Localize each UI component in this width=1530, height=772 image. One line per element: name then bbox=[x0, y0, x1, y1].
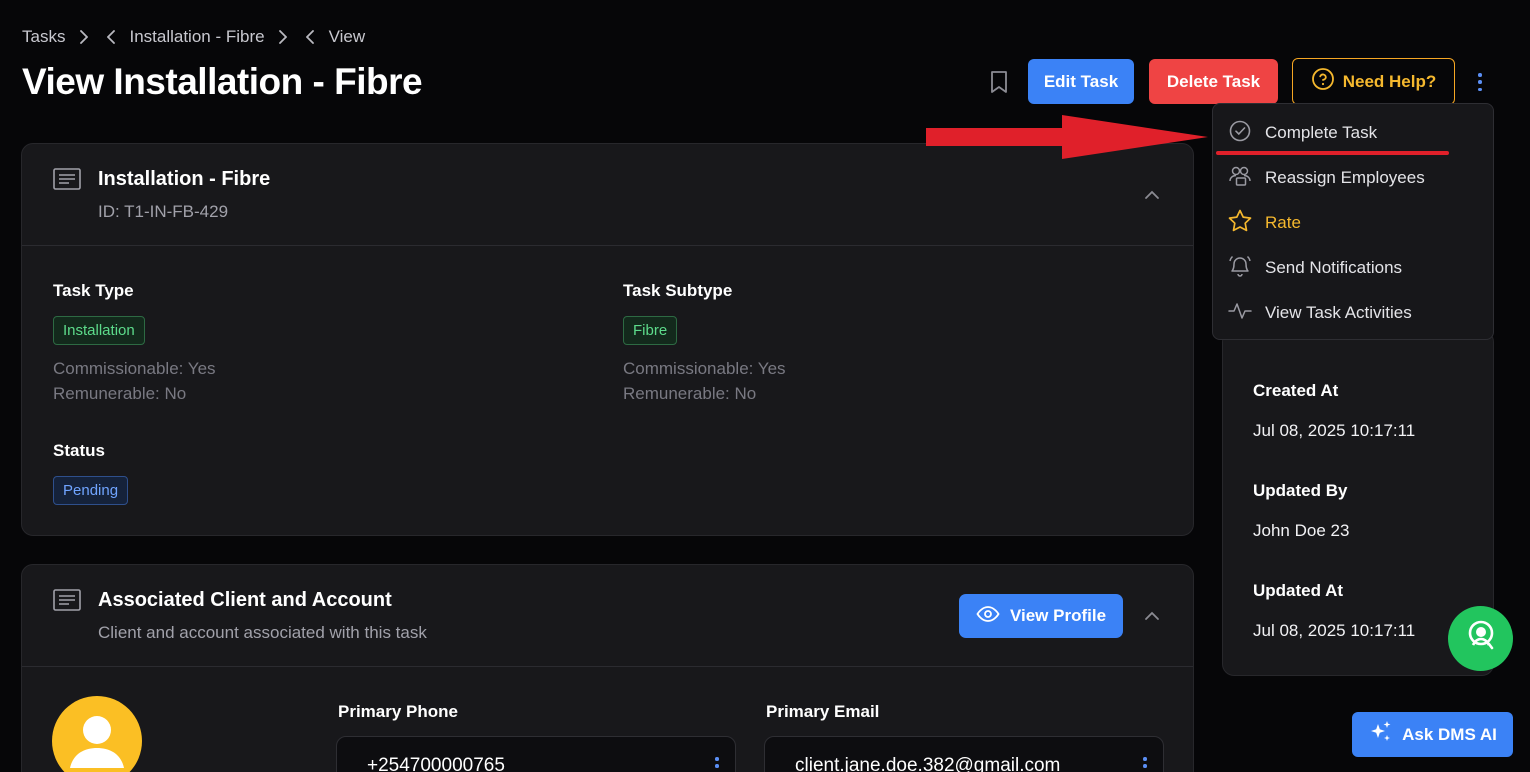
primary-email-label: Primary Email bbox=[766, 702, 880, 721]
breadcrumb-installation-fibre[interactable]: Installation - Fibre bbox=[129, 26, 264, 48]
task-subtype-commissionable: Commissionable: Yes bbox=[623, 359, 786, 378]
ask-dms-ai-button[interactable]: Ask DMS AI bbox=[1352, 712, 1513, 757]
task-type-commissionable: Commissionable: Yes bbox=[53, 359, 216, 378]
task-title: Installation - Fibre bbox=[98, 168, 271, 190]
primary-phone-value: +254700000765 bbox=[367, 755, 505, 772]
more-options-icon[interactable] bbox=[1143, 757, 1147, 772]
task-id: ID: T1-IN-FB-429 bbox=[98, 202, 229, 221]
task-actions-menu: Complete Task Reassign Employees Rate Se… bbox=[1212, 103, 1494, 340]
primary-email-value: client.jane.doe.382@gmail.com bbox=[795, 755, 1061, 772]
menu-item-send-notifications[interactable]: Send Notifications bbox=[1227, 255, 1402, 281]
annotation-arrow bbox=[924, 113, 1210, 161]
support-agent-icon bbox=[1463, 618, 1499, 659]
annotation-underline bbox=[1216, 151, 1449, 155]
task-subtype-label: Task Subtype bbox=[623, 281, 733, 300]
task-subtype-badge: Fibre bbox=[623, 316, 678, 345]
users-icon bbox=[1227, 163, 1253, 194]
updated-at-value: Jul 08, 2025 10:17:11 bbox=[1253, 621, 1416, 640]
more-options-icon[interactable] bbox=[715, 757, 719, 772]
updated-by-value: John Doe 23 bbox=[1253, 521, 1350, 540]
chevron-right-icon bbox=[273, 30, 293, 44]
primary-phone-field[interactable]: +254700000765 bbox=[336, 736, 736, 772]
created-at-value: Jul 08, 2025 10:17:11 bbox=[1253, 421, 1416, 440]
star-icon bbox=[1227, 208, 1253, 239]
chevron-left-icon bbox=[301, 30, 321, 44]
menu-item-label: Reassign Employees bbox=[1265, 168, 1425, 187]
created-at-label: Created At bbox=[1253, 381, 1339, 400]
bell-icon bbox=[1227, 253, 1253, 284]
need-help-label: Need Help? bbox=[1342, 71, 1437, 91]
task-type-label: Task Type bbox=[53, 281, 134, 300]
more-options-icon[interactable] bbox=[1470, 70, 1490, 94]
chevron-left-icon bbox=[101, 30, 121, 44]
page-title: View Installation - Fibre bbox=[22, 61, 423, 102]
breadcrumb-tasks[interactable]: Tasks bbox=[22, 26, 65, 48]
primary-phone-label: Primary Phone bbox=[338, 702, 458, 721]
ask-dms-ai-label: Ask DMS AI bbox=[1402, 724, 1497, 744]
menu-item-complete-task[interactable]: Complete Task bbox=[1227, 120, 1377, 146]
breadcrumb-view: View bbox=[328, 27, 366, 46]
document-icon bbox=[53, 589, 81, 611]
delete-task-button[interactable]: Delete Task bbox=[1149, 59, 1278, 104]
task-type-remunerable: Remunerable: No bbox=[53, 384, 187, 403]
chevron-right-icon bbox=[73, 30, 93, 44]
support-chat-button[interactable] bbox=[1448, 606, 1513, 671]
activity-icon bbox=[1227, 298, 1253, 329]
breadcrumb: Tasks Installation - Fibre View bbox=[22, 26, 365, 48]
check-circle-icon bbox=[1227, 118, 1253, 149]
task-subtype-remunerable: Remunerable: No bbox=[623, 384, 757, 403]
client-card-title: Associated Client and Account bbox=[98, 589, 392, 611]
updated-by-label: Updated By bbox=[1253, 481, 1348, 500]
client-card-subtitle: Client and account associated with this … bbox=[98, 623, 427, 642]
help-circle-icon bbox=[1311, 67, 1335, 96]
menu-item-label: Send Notifications bbox=[1265, 258, 1403, 277]
view-profile-label: View Profile bbox=[1009, 606, 1107, 625]
document-icon bbox=[53, 168, 81, 190]
edit-task-button[interactable]: Edit Task bbox=[1028, 59, 1134, 104]
sparkles-icon bbox=[1368, 719, 1394, 750]
chevron-up-icon[interactable] bbox=[1143, 188, 1161, 200]
status-label: Status bbox=[53, 441, 105, 460]
chevron-up-icon[interactable] bbox=[1143, 609, 1161, 621]
bookmark-icon[interactable] bbox=[988, 70, 1010, 94]
task-type-badge: Installation bbox=[53, 316, 145, 345]
updated-at-label: Updated At bbox=[1253, 581, 1344, 600]
task-details-card: Installation - Fibre ID: T1-IN-FB-429 Ta… bbox=[21, 143, 1194, 536]
menu-item-reassign-employees[interactable]: Reassign Employees bbox=[1227, 165, 1425, 191]
eye-icon bbox=[976, 605, 1000, 628]
menu-item-rate[interactable]: Rate bbox=[1227, 208, 1301, 239]
menu-item-label: View Task Activities bbox=[1265, 303, 1412, 322]
menu-item-label: Complete Task bbox=[1265, 123, 1378, 142]
menu-item-view-task-activities[interactable]: View Task Activities bbox=[1227, 300, 1412, 326]
menu-item-label: Rate bbox=[1265, 213, 1301, 232]
need-help-button[interactable]: Need Help? bbox=[1292, 58, 1455, 105]
view-profile-button[interactable]: View Profile bbox=[959, 594, 1123, 638]
primary-email-field[interactable]: client.jane.doe.382@gmail.com bbox=[764, 736, 1164, 772]
status-badge: Pending bbox=[53, 476, 129, 505]
